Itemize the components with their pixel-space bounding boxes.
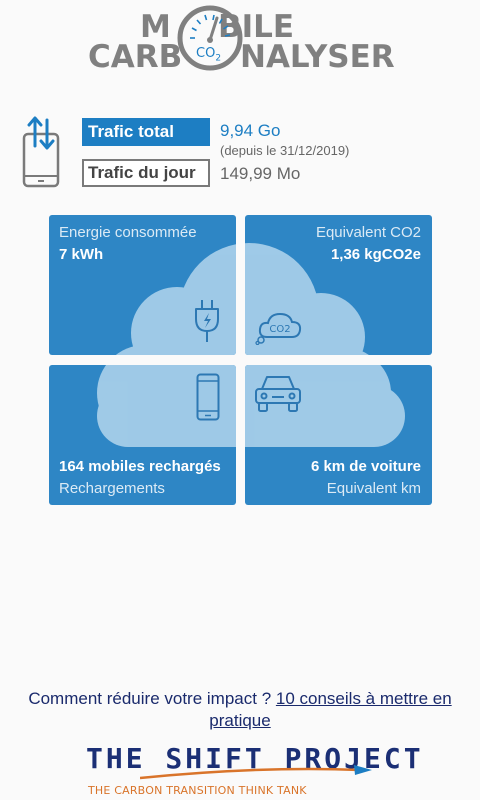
mobiles-value: 164 mobiles rechargés	[59, 458, 221, 475]
traffic-day-value: 149,99 Mo	[220, 164, 301, 183]
logo-co2-label: CO2	[196, 46, 222, 64]
co2-value: 1,36 kgCO2e	[330, 246, 421, 263]
traffic-total-value: 9,94 Go	[220, 121, 281, 140]
phone-transfer-icon	[22, 116, 60, 188]
impact-tiles: Energie consommée 7 kWh Equivalent CO2 1…	[49, 215, 432, 505]
tips-text: Comment réduire votre impact ? 10 consei…	[0, 688, 480, 732]
mobiles-label: Rechargements	[59, 480, 165, 497]
shift-project-tagline: THE CARBON TRANSITION THINK TANK	[88, 784, 307, 797]
logo-text-carbo: CARB	[88, 39, 183, 75]
energy-value: 7 kWh	[59, 246, 104, 263]
car-icon	[255, 376, 301, 412]
swoosh-icon	[140, 765, 372, 780]
tips-prefix: Comment réduire votre impact ?	[28, 689, 272, 708]
co2-label: Equivalent CO2	[315, 224, 421, 241]
plug-icon	[195, 300, 219, 342]
co2-cloud-icon: CO2	[255, 312, 302, 345]
traffic-total-button[interactable]: Trafic total	[82, 118, 210, 146]
traffic-day-button[interactable]: Trafic du jour	[82, 159, 210, 187]
svg-text:CO2: CO2	[269, 324, 290, 335]
car-label: Equivalent km	[326, 480, 421, 497]
smartphone-icon	[196, 373, 220, 421]
app-logo: M BILE CARB NALYSER CO2	[0, 0, 480, 90]
car-value: 6 km de voiture	[310, 458, 421, 475]
traffic-since-date: (depuis le 31/12/2019)	[220, 143, 350, 158]
energy-label: Energie consommée	[59, 224, 197, 241]
logo-text-analyser: NALYSER	[240, 39, 395, 75]
